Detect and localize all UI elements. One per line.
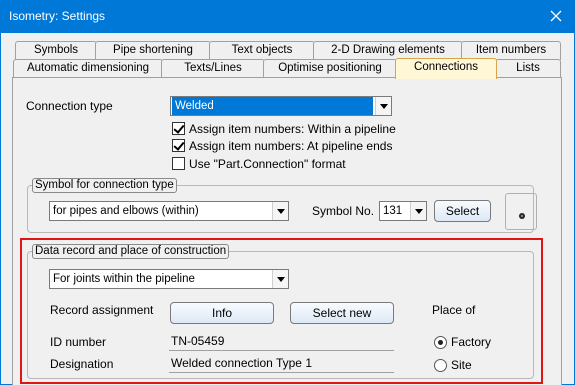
- info-button-label: Info: [211, 306, 232, 320]
- connection-type-label: Connection type: [26, 99, 113, 113]
- designation-field: Welded connection Type 1: [169, 355, 394, 373]
- chevron-down-icon[interactable]: [375, 97, 391, 115]
- checkbox-pipeline-ends[interactable]: [172, 139, 185, 152]
- select-symbol-button-label: Select: [445, 204, 480, 218]
- symbol-type-select[interactable]: for pipes and elbows (within): [49, 201, 289, 221]
- checkbox-within-pipeline[interactable]: [172, 122, 185, 135]
- data-record-select[interactable]: For joints within the pipeline: [49, 269, 289, 289]
- id-number-field: TN-05459: [169, 333, 394, 351]
- checkbox-part-connection-label: Use "Part.Connection" format: [189, 157, 346, 171]
- connection-type-select[interactable]: Welded: [170, 96, 392, 116]
- select-symbol-button[interactable]: Select: [434, 200, 491, 222]
- symbol-no-label: Symbol No.: [312, 204, 375, 218]
- radio-factory-label: Factory: [451, 335, 492, 349]
- symbol-group-title: Symbol for connection type: [32, 178, 177, 193]
- checkbox-part-connection[interactable]: [172, 157, 185, 170]
- id-number-label: ID number: [50, 335, 107, 349]
- data-record-group-title: Data record and place of construction: [32, 244, 230, 259]
- radio-factory[interactable]: [434, 336, 447, 349]
- select-new-button[interactable]: Select new: [290, 302, 394, 324]
- connection-type-value: Welded: [172, 97, 373, 115]
- chevron-down-icon[interactable]: [272, 270, 288, 288]
- symbol-type-value: for pipes and elbows (within): [53, 205, 199, 217]
- radio-site[interactable]: [434, 359, 447, 372]
- place-of-label: Place of: [432, 303, 476, 317]
- symbol-no-value: 131: [383, 205, 403, 217]
- checkbox-within-pipeline-label: Assign item numbers: Within a pipeline: [189, 122, 396, 136]
- symbol-preview: [505, 193, 537, 230]
- symbol-no-select[interactable]: 131: [379, 201, 427, 221]
- chevron-down-icon[interactable]: [272, 202, 288, 220]
- info-button[interactable]: Info: [170, 302, 274, 324]
- data-record-value: For joints within the pipeline: [53, 273, 195, 285]
- dot-symbol-icon: [518, 209, 526, 223]
- chevron-down-icon[interactable]: [410, 202, 426, 220]
- record-assignment-label: Record assignment: [50, 303, 154, 317]
- checkbox-pipeline-ends-label: Assign item numbers: At pipeline ends: [189, 139, 393, 153]
- select-new-button-label: Select new: [312, 306, 372, 320]
- radio-site-label: Site: [451, 358, 472, 372]
- designation-label: Designation: [50, 357, 114, 371]
